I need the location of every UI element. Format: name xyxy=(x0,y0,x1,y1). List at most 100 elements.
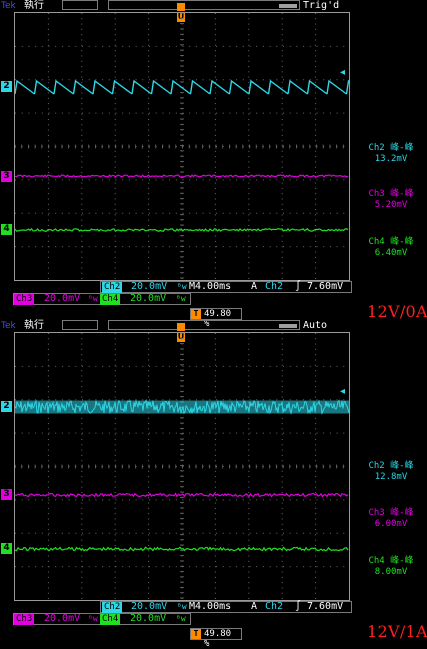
grid-dot xyxy=(81,364,83,366)
grid-dot xyxy=(128,179,130,181)
grid-dot xyxy=(155,499,157,501)
grid-dot xyxy=(281,134,283,136)
grid-dot xyxy=(229,499,231,501)
grid-dot xyxy=(81,214,83,216)
grid-dot xyxy=(248,278,250,279)
grid-dot xyxy=(248,502,250,504)
grid-dot xyxy=(195,432,197,434)
grid-dot xyxy=(122,45,124,47)
grid-dot xyxy=(47,539,49,541)
ch3-chip[interactable]: Ch3 xyxy=(14,614,35,625)
grid-dot xyxy=(148,18,150,20)
grid-dot xyxy=(148,219,150,221)
grid-dot xyxy=(47,444,49,446)
grid-dot xyxy=(281,34,283,36)
trigger-level[interactable]: 7.60mV xyxy=(307,601,343,613)
grid-dot xyxy=(248,267,250,269)
grid-dot xyxy=(281,439,283,440)
grid-dot xyxy=(175,112,177,114)
ch4-ground-marker[interactable]: 4 xyxy=(1,543,12,554)
grid-dot xyxy=(214,481,216,483)
grid-dot xyxy=(114,481,116,483)
grid-dot xyxy=(162,246,164,248)
grid-dot xyxy=(135,432,137,434)
ch2-ground-marker[interactable]: 2 xyxy=(1,401,12,412)
ch3-chip[interactable]: Ch3 xyxy=(14,294,35,305)
grid-dot xyxy=(162,45,164,47)
grid-dot xyxy=(114,235,116,237)
grid-dot xyxy=(47,460,49,462)
grid-dot xyxy=(316,45,318,47)
grid-dot xyxy=(249,179,251,181)
grid-dot xyxy=(281,417,283,419)
grid-dot xyxy=(256,179,258,181)
grid-dot xyxy=(214,497,216,499)
grid-dot xyxy=(214,354,216,356)
grid-dot xyxy=(281,81,283,83)
grid-dot xyxy=(336,246,338,248)
grid-dot xyxy=(149,79,150,81)
ch4-measurement: Ch4 峰-峰 6.40mV xyxy=(356,237,426,259)
trigger-slope-icon: ∫ xyxy=(295,281,302,292)
grid-dot xyxy=(315,262,317,264)
grid-dot xyxy=(214,449,216,451)
grid-dot xyxy=(323,499,325,501)
grid-dot xyxy=(162,179,164,181)
grid-dot xyxy=(95,432,97,434)
ch2-chip[interactable]: Ch2 xyxy=(102,602,123,613)
grid-dot xyxy=(315,433,317,435)
grid-dot xyxy=(248,124,250,126)
ch3-ground-marker[interactable]: 3 xyxy=(1,171,12,182)
grid-dot xyxy=(222,365,224,367)
ch4-chip[interactable]: Ch4 xyxy=(100,294,121,305)
grid-dot xyxy=(142,566,144,568)
grid-dot xyxy=(336,45,338,47)
grid-dot xyxy=(209,566,211,568)
ch2-chip[interactable]: Ch2 xyxy=(102,282,123,293)
grid-dot xyxy=(81,267,83,269)
grid-dot xyxy=(128,45,130,47)
ch3-ground-marker[interactable]: 3 xyxy=(1,489,12,500)
grid-dot xyxy=(315,113,317,115)
trigger-level[interactable]: 7.60mV xyxy=(307,281,343,293)
ch4-chip[interactable]: Ch4 xyxy=(100,614,121,625)
grid-dot xyxy=(149,566,150,568)
grid-dot xyxy=(81,545,83,546)
scope-header: Tek 執行 Auto xyxy=(0,320,427,332)
grid-dot xyxy=(214,97,216,99)
grid-dot xyxy=(114,150,116,152)
grid-dot xyxy=(315,55,317,57)
grid-dot xyxy=(315,18,317,20)
grid-dot xyxy=(108,566,110,568)
grid-dot xyxy=(214,560,216,562)
grid-dot xyxy=(315,166,317,168)
grid-dot xyxy=(248,66,250,67)
grid-dot xyxy=(256,112,258,114)
grid-dot xyxy=(281,576,283,578)
grid-dot xyxy=(81,576,83,578)
grid-dot xyxy=(142,399,144,401)
grid-dot xyxy=(283,365,284,367)
timebase[interactable]: M4.00ms xyxy=(189,601,231,613)
grid-dot xyxy=(214,386,216,387)
grid-dot xyxy=(236,79,238,81)
grid-dot xyxy=(142,432,144,434)
grid-dot xyxy=(315,513,317,515)
ch2-ground-marker[interactable]: 2 xyxy=(1,81,12,92)
ch3-measurement: Ch3 峰-峰 5.20mV xyxy=(356,189,426,211)
timebase[interactable]: M4.00ms xyxy=(189,281,231,293)
grid-dot xyxy=(214,486,216,488)
grid-dot xyxy=(48,532,50,534)
grid-dot xyxy=(214,576,216,578)
grid-dot xyxy=(195,212,197,214)
ch4-ground-marker[interactable]: 4 xyxy=(1,224,12,235)
grid-dot xyxy=(81,386,83,387)
grid-dot xyxy=(214,13,216,14)
grid-dot xyxy=(28,246,30,248)
grid-dot xyxy=(114,396,116,398)
grid-dot xyxy=(315,359,317,361)
grid-dot xyxy=(236,499,238,501)
grid-dot xyxy=(35,365,37,367)
grid-dot xyxy=(289,45,291,47)
grid-dot xyxy=(248,150,250,152)
